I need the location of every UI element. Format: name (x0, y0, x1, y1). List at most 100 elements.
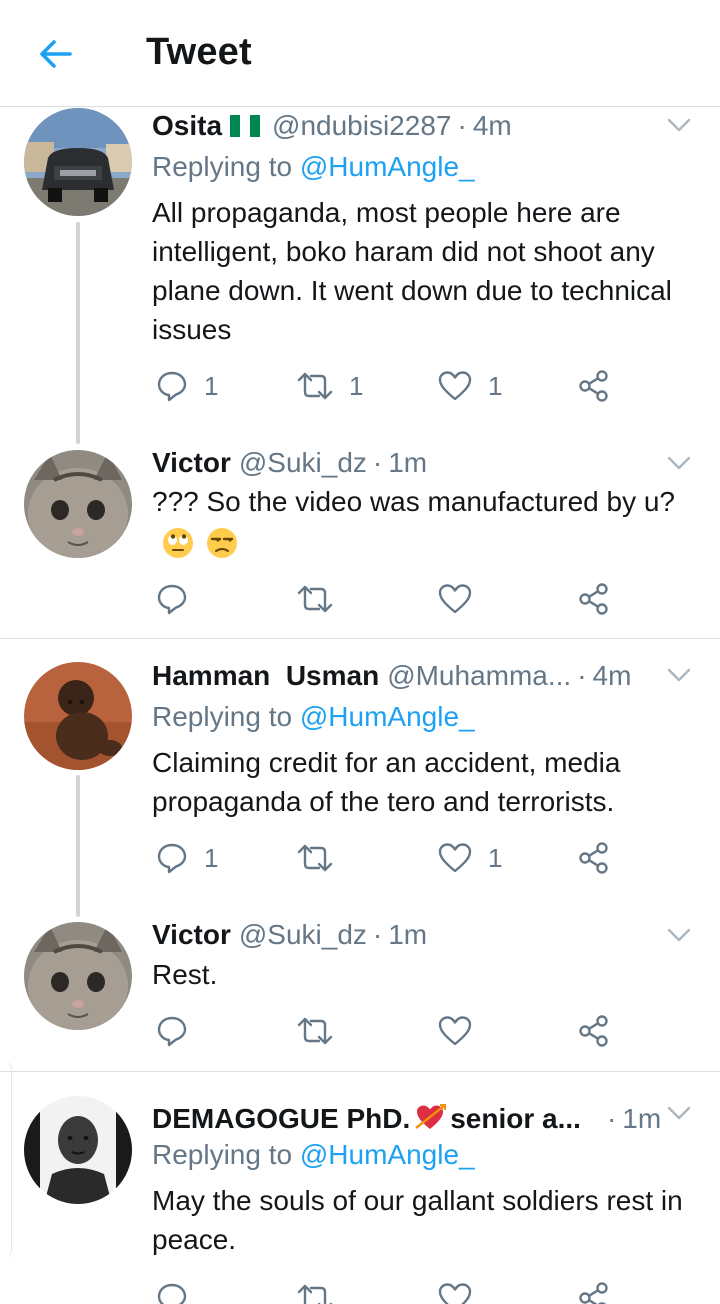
like-count: 1 (488, 842, 503, 873)
display-name[interactable]: DEMAGOGUE PhD. (152, 1103, 410, 1135)
like-icon (438, 1283, 472, 1304)
tweet-text: All propaganda, most people here are int… (152, 197, 672, 345)
divider (0, 638, 720, 639)
like-button[interactable] (438, 1011, 472, 1051)
tweet-text-block: ??? So the video was manufactured by u? (152, 482, 697, 560)
retweet-icon (297, 844, 333, 872)
separator-dot: · (457, 110, 467, 141)
reply-button[interactable] (156, 579, 188, 619)
retweet-button[interactable] (297, 579, 333, 619)
action-bar: 1 1 1 (152, 366, 622, 406)
nigeria-flag-icon (230, 112, 262, 137)
chevron-down-icon[interactable] (666, 1100, 692, 1126)
heart-arrow-icon (415, 1104, 447, 1129)
user-handle[interactable]: @Suki_dz (239, 919, 367, 951)
mention-link[interactable]: @HumAngle_ (300, 1139, 475, 1170)
display-name[interactable]: Hamman Usman (152, 660, 379, 692)
reply-icon (157, 371, 187, 402)
replying-to: Replying to @HumAngle_ (152, 151, 475, 182)
retweet-icon (297, 372, 333, 400)
retweet-button[interactable] (297, 838, 333, 878)
back-arrow-icon (40, 40, 72, 68)
reply-icon (157, 1283, 187, 1304)
reply-icon (157, 843, 187, 874)
share-button[interactable] (578, 1278, 610, 1304)
separator-dot: · (372, 447, 383, 478)
back-button[interactable] (36, 34, 76, 74)
thread-connector (76, 775, 80, 917)
tweet-text: ??? So the video was manufactured by u? (152, 486, 676, 517)
top-bar: Tweet (0, 0, 720, 107)
timestamp[interactable]: 4m (593, 660, 632, 692)
like-button[interactable] (438, 579, 472, 619)
tweet-text: May the souls of our gallant soldiers re… (152, 1185, 683, 1255)
display-name[interactable]: Victor (152, 447, 231, 479)
reply-icon (157, 584, 187, 615)
avatar[interactable] (24, 450, 132, 558)
chevron-down-icon[interactable] (666, 112, 692, 138)
share-button[interactable] (578, 579, 610, 619)
user-handle[interactable]: @ndubisi2287 (272, 110, 451, 142)
timestamp[interactable]: 4m (473, 110, 512, 142)
share-button[interactable] (578, 366, 610, 406)
thread-connector (76, 222, 80, 444)
replying-to: Replying to @HumAngle_ (152, 1139, 475, 1170)
mention-link[interactable]: @HumAngle_ (300, 701, 475, 732)
reply-button[interactable]: 1 (156, 366, 218, 406)
reply-button[interactable] (156, 1278, 188, 1304)
retweet-button[interactable]: 1 (297, 366, 363, 406)
timestamp[interactable]: 1m (388, 447, 427, 479)
share-icon (579, 583, 608, 615)
display-name-suffix[interactable]: senior a... (450, 1103, 581, 1135)
divider (0, 1071, 720, 1072)
share-button[interactable] (578, 838, 610, 878)
share-icon (579, 842, 608, 874)
user-handle[interactable]: @Muhamma... (387, 660, 571, 692)
like-button[interactable]: 1 (438, 838, 502, 878)
share-button[interactable] (578, 1011, 610, 1051)
timestamp[interactable]: 1m (388, 919, 427, 951)
separator-dot: · (577, 660, 587, 691)
tweet-meta: Osita @ndubisi2287 · 4m (152, 110, 692, 142)
timestamp[interactable]: 1m (622, 1103, 661, 1135)
display-name[interactable]: Victor (152, 919, 231, 951)
retweet-count: 1 (349, 370, 364, 401)
retweet-button[interactable] (297, 1011, 333, 1051)
tweet-meta: DEMAGOGUE PhD. senior a... · 1m (152, 1098, 692, 1135)
eye-roll-emoji-icon (163, 527, 193, 558)
like-icon (438, 371, 472, 401)
like-count: 1 (488, 370, 503, 401)
share-icon (579, 1282, 608, 1304)
tweet-text: Claiming credit for an accident, media p… (152, 747, 621, 817)
unamused-emoji-icon (206, 527, 237, 558)
separator-dot: · (372, 919, 383, 950)
tweet-text: Rest. (152, 959, 218, 990)
reply-count: 1 (204, 842, 219, 873)
like-icon (438, 843, 472, 873)
avatar[interactable] (24, 1096, 132, 1204)
tweet-meta: Hamman Usman @Muhamma... · 4m (152, 660, 692, 692)
reply-button[interactable] (156, 1011, 188, 1051)
user-handle[interactable]: @Suki_dz (239, 447, 367, 479)
chevron-down-icon[interactable] (666, 922, 692, 948)
avatar[interactable] (24, 108, 132, 216)
reply-button[interactable]: 1 (156, 838, 218, 878)
display-name[interactable]: Osita (152, 110, 222, 142)
chevron-down-icon[interactable] (666, 450, 692, 476)
tweet-meta: Victor @Suki_dz · 1m (152, 919, 692, 951)
action-bar (152, 1278, 622, 1304)
avatar[interactable] (24, 922, 132, 1030)
share-icon (579, 1015, 608, 1047)
retweet-icon (297, 1284, 333, 1304)
reply-count: 1 (204, 370, 219, 401)
avatar[interactable] (24, 662, 132, 770)
like-button[interactable]: 1 (438, 366, 502, 406)
like-button[interactable] (438, 1278, 472, 1304)
action-bar (152, 1011, 622, 1051)
mention-link[interactable]: @HumAngle_ (300, 151, 475, 182)
scroll-edge (0, 1060, 12, 1260)
chevron-down-icon[interactable] (666, 662, 692, 688)
retweet-button[interactable] (297, 1278, 333, 1304)
like-icon (438, 1016, 472, 1046)
reply-icon (157, 1016, 187, 1047)
